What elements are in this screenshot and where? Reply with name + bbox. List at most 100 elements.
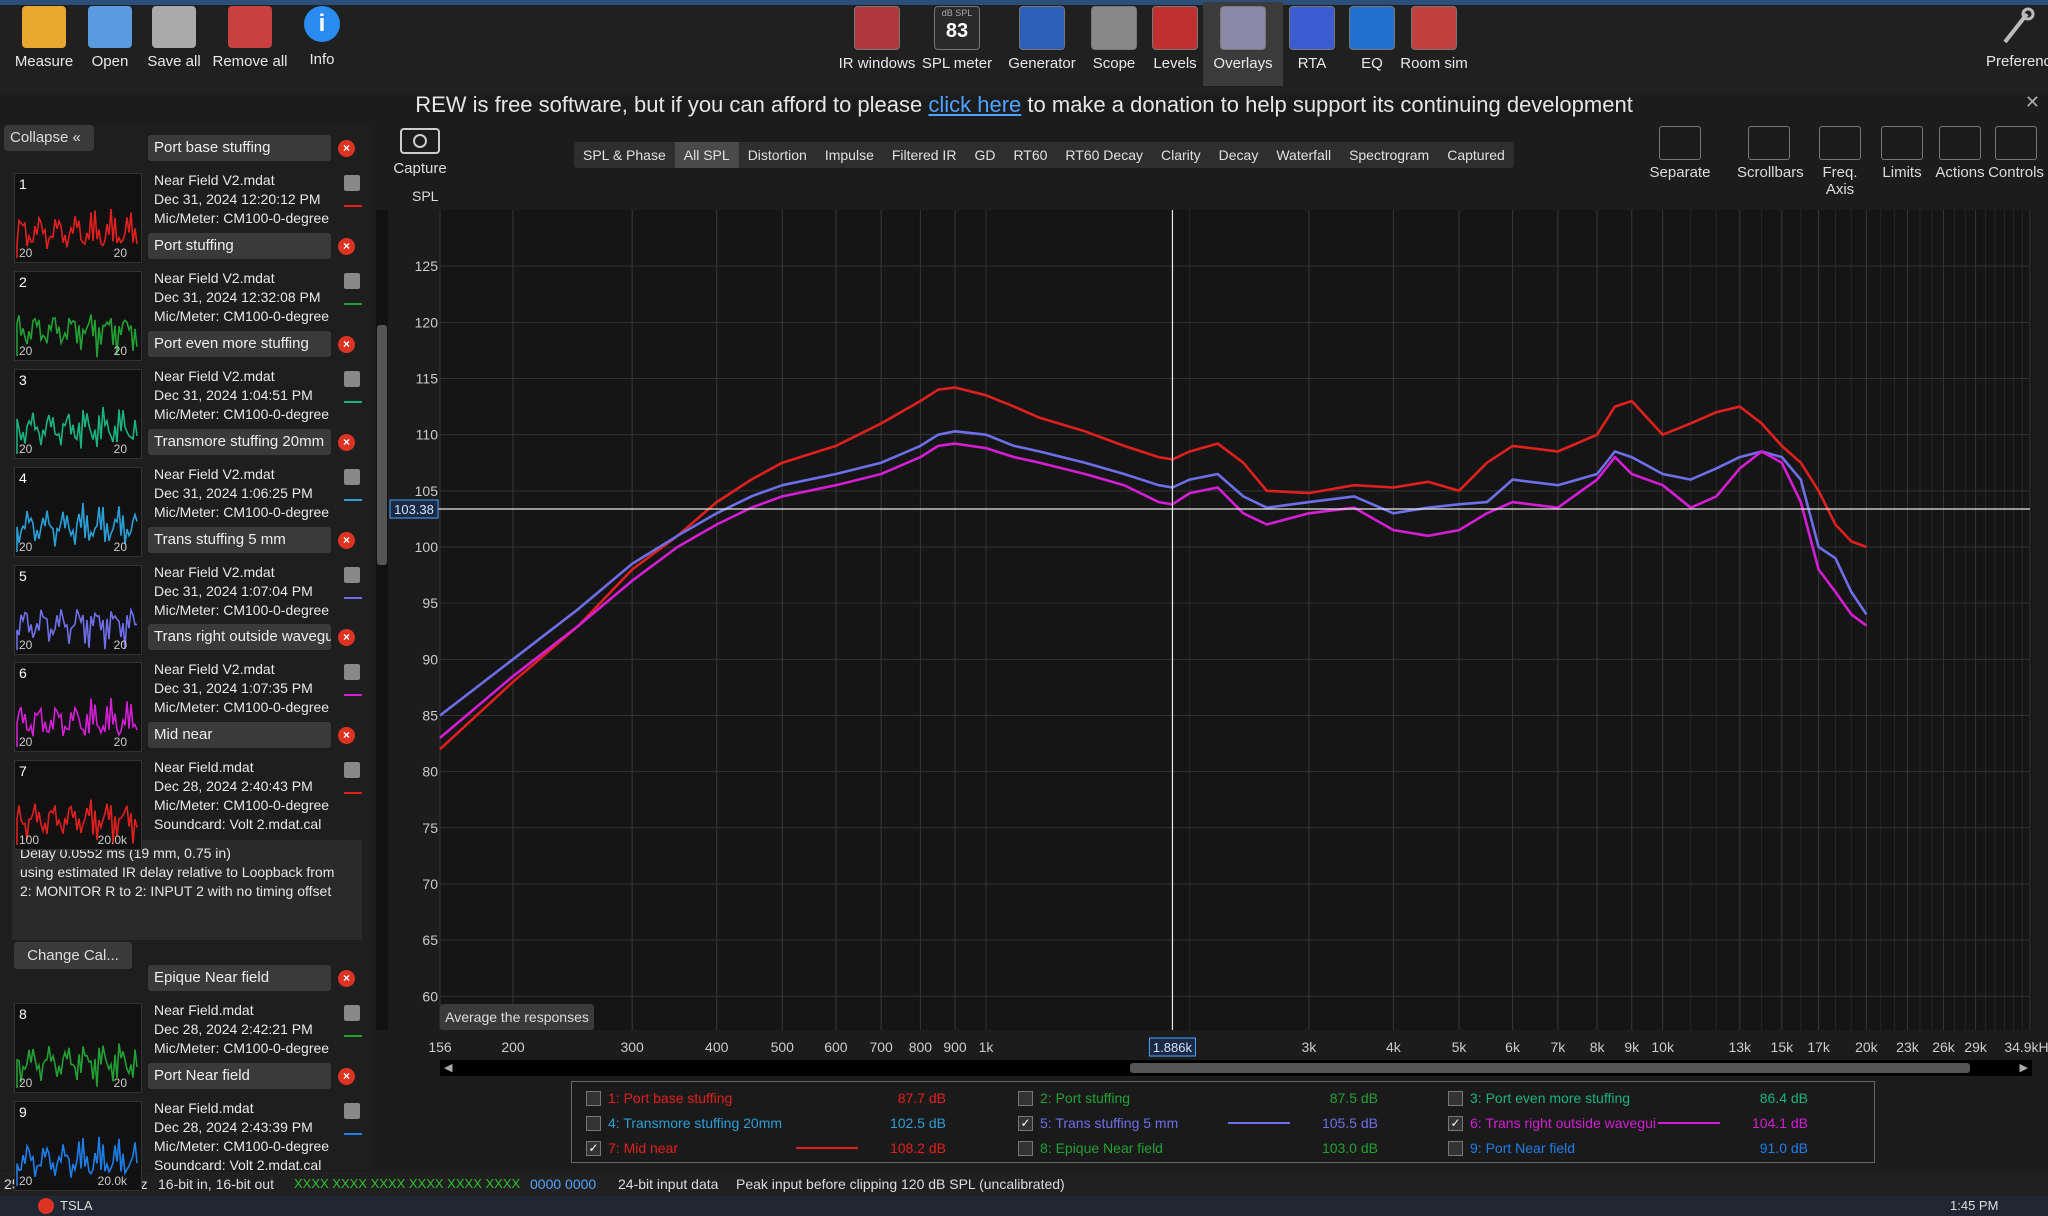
legend-item[interactable]: 1: Port base stuffing 87.7 dB: [586, 1088, 996, 1108]
tool-freq-axis-button[interactable]: Freq. Axis: [1808, 126, 1872, 198]
frequency-scrollbar-thumb[interactable]: [1130, 1063, 1970, 1073]
remove-measurement-icon[interactable]: ×: [338, 140, 355, 157]
legend-item[interactable]: ✓ 5: Trans stuffing 5 mm 105.5 dB: [1018, 1113, 1428, 1133]
close-banner-icon[interactable]: ✕: [2025, 92, 2040, 113]
measurement-name-field[interactable]: Mid near: [148, 722, 331, 748]
delay-line-2: using estimated IR delay relative to Loo…: [20, 864, 335, 880]
legend-checkbox[interactable]: ✓: [1018, 1116, 1033, 1131]
frequency-scrollbar[interactable]: ◀ ▶: [440, 1060, 2032, 1076]
remove-measurement-icon[interactable]: ×: [338, 970, 355, 987]
remove-measurement-icon[interactable]: ×: [338, 434, 355, 451]
measurement-entry[interactable]: 3 20 20 Port even more stuffing × Near Field …: [8, 331, 368, 459]
edit-notes-icon[interactable]: [344, 469, 360, 485]
measurement-thumbnail[interactable]: 7 100 20.0k: [14, 760, 142, 850]
measurement-name-field[interactable]: Trans stuffing 5 mm: [148, 527, 331, 553]
measurement-entry[interactable]: 4 20 20 Transmore stuffing 20mm × Near Field …: [8, 429, 368, 557]
measurement-entry[interactable]: 5 20 20 Trans stuffing 5 mm × Near Field V2.m…: [8, 527, 368, 655]
tool-limits-button[interactable]: Limits: [1870, 126, 1934, 181]
remove-measurement-icon[interactable]: ×: [338, 629, 355, 646]
toolbar-remove-all-button[interactable]: Remove all: [210, 6, 290, 70]
measurement-thumbnail[interactable]: 9 20 20.0k: [14, 1101, 142, 1191]
toolbar-generator-button[interactable]: Generator: [1002, 6, 1082, 72]
preferences-button[interactable]: Preferences: [1986, 6, 2048, 70]
status-bits: 16-bit in, 16-bit out: [158, 1176, 274, 1192]
legend-item[interactable]: 9: Port Near field 91.0 dB: [1448, 1138, 1858, 1158]
toolbar-save-all-button[interactable]: Save all: [134, 6, 214, 70]
edit-notes-icon[interactable]: [344, 371, 360, 387]
legend-checkbox[interactable]: [1448, 1091, 1463, 1106]
measurement-name-field[interactable]: Port even more stuffing: [148, 331, 331, 357]
tool-scrollbars-button[interactable]: Scrollbars: [1737, 126, 1804, 181]
measurement-entry[interactable]: 9 20 20.0k Port Near field × Near Field.mdat D…: [8, 1063, 368, 1191]
measurement-name-field[interactable]: Epique Near field: [148, 965, 331, 991]
measurement-name-field[interactable]: Port base stuffing: [148, 135, 331, 161]
remove-measurement-icon[interactable]: ×: [338, 1068, 355, 1085]
average-responses-button[interactable]: Average the responses: [440, 1004, 594, 1030]
measurement-info-line: Dec 31, 2024 1:07:04 PM: [154, 583, 313, 599]
scroll-right-icon[interactable]: ▶: [2020, 1061, 2028, 1074]
notification-badge-icon: [38, 1198, 54, 1214]
remove-measurement-icon[interactable]: ×: [338, 238, 355, 255]
ticker-label: TSLA: [60, 1198, 93, 1213]
x-tick-label: 9k: [1624, 1039, 1640, 1055]
scroll-left-icon[interactable]: ◀: [444, 1061, 452, 1074]
measurement-entry[interactable]: 1 20 20 Port base stuffing × Near Field V2.md…: [8, 135, 368, 263]
ir-windows-label: IR windows: [838, 55, 916, 72]
legend-checkbox[interactable]: [1018, 1141, 1033, 1156]
room-sim-label: Room sim: [1400, 55, 1468, 72]
legend-item[interactable]: 4: Transmore stuffing 20mm 102.5 dB: [586, 1113, 996, 1133]
legend-checkbox[interactable]: ✓: [586, 1141, 601, 1156]
measurement-info-line: Dec 28, 2024 2:43:39 PM: [154, 1119, 313, 1135]
legend-checkbox[interactable]: [586, 1116, 601, 1131]
save-label: Save all: [147, 53, 201, 70]
measurement-entry[interactable]: 2 20 20 Port stuffing × Near Field V2.mdat Dec…: [8, 233, 368, 361]
measurement-entry[interactable]: 7 100 20.0k Mid near × Near Field.mdat Dec 28,…: [8, 722, 368, 850]
measurement-color-line: [344, 597, 362, 599]
legend-item[interactable]: 2: Port stuffing 87.5 dB: [1018, 1088, 1428, 1108]
x-tick-label: 156: [428, 1039, 452, 1055]
legend-item[interactable]: 3: Port even more stuffing 86.4 dB: [1448, 1088, 1858, 1108]
tool-controls-button[interactable]: Controls: [1984, 126, 2048, 181]
measurement-info-line: Mic/Meter: CM100-0-degree: [154, 1040, 330, 1056]
remove-measurement-icon[interactable]: ×: [338, 336, 355, 353]
edit-notes-icon[interactable]: [344, 567, 360, 583]
measurement-entry[interactable]: 8 20 20 Epique Near field × Near Field.mdat De…: [8, 965, 368, 1093]
y-tick-label: 110: [416, 427, 439, 443]
measurement-name-field[interactable]: Port Near field: [148, 1063, 331, 1089]
toolbar-ir-windows-button[interactable]: IR windows: [837, 6, 917, 72]
legend-item[interactable]: 8: Epique Near field 103.0 dB: [1018, 1138, 1428, 1158]
x-tick-label: 34.9kHz: [2004, 1039, 2048, 1055]
edit-notes-icon[interactable]: [344, 664, 360, 680]
tool-actions-button[interactable]: Actions: [1928, 126, 1992, 181]
remove-measurement-icon[interactable]: ×: [338, 727, 355, 744]
measurement-color-line: [344, 303, 362, 305]
overlay-spl-chart[interactable]: 125 120 115 110 105 100 95 90 85 80 75 70 65 60 156 200…: [389, 210, 2048, 1057]
legend-checkbox[interactable]: [1018, 1091, 1033, 1106]
edit-notes-icon[interactable]: [344, 273, 360, 289]
x-tick-label: 10k: [1651, 1039, 1675, 1055]
edit-notes-icon[interactable]: [344, 1103, 360, 1119]
edit-notes-icon[interactable]: [344, 1005, 360, 1021]
legend-item[interactable]: ✓ 6: Trans right outside wavegui 104.1 dB: [1448, 1113, 1858, 1133]
measurement-name-field[interactable]: Trans right outside wavegu: [148, 624, 331, 650]
levels-icon: [1152, 6, 1198, 50]
measurement-name-field[interactable]: Port stuffing: [148, 233, 331, 259]
measurement-color-line: [344, 499, 362, 501]
toolbar-room-sim-button[interactable]: Room sim: [1394, 6, 1474, 72]
toolbar-overlays-button[interactable]: Overlays: [1203, 2, 1283, 86]
status-bar: 253/320MB 96 kHz 16-bit in, 16-bit out X…: [0, 1172, 2048, 1196]
toolbar-info-button[interactable]: i Info: [282, 6, 362, 68]
legend-checkbox[interactable]: [586, 1091, 601, 1106]
remove-measurement-icon[interactable]: ×: [338, 532, 355, 549]
edit-notes-icon[interactable]: [344, 762, 360, 778]
measurement-name-field[interactable]: Transmore stuffing 20mm: [148, 429, 331, 455]
y-tick-label: 80: [422, 764, 438, 780]
toolbar-spl-meter-button[interactable]: dB SPL 83 SPL meter: [917, 6, 997, 72]
legend-checkbox[interactable]: [1448, 1141, 1463, 1156]
legend-item[interactable]: ✓ 7: Mid near 108.2 dB: [586, 1138, 996, 1158]
measurement-entry[interactable]: 6 20 20 Trans right outside wavegu × Near Fie…: [8, 624, 368, 752]
legend-checkbox[interactable]: ✓: [1448, 1116, 1463, 1131]
tool-separate-button[interactable]: Separate: [1645, 126, 1715, 181]
tool-separate-icon: [1659, 126, 1701, 160]
edit-notes-icon[interactable]: [344, 175, 360, 191]
